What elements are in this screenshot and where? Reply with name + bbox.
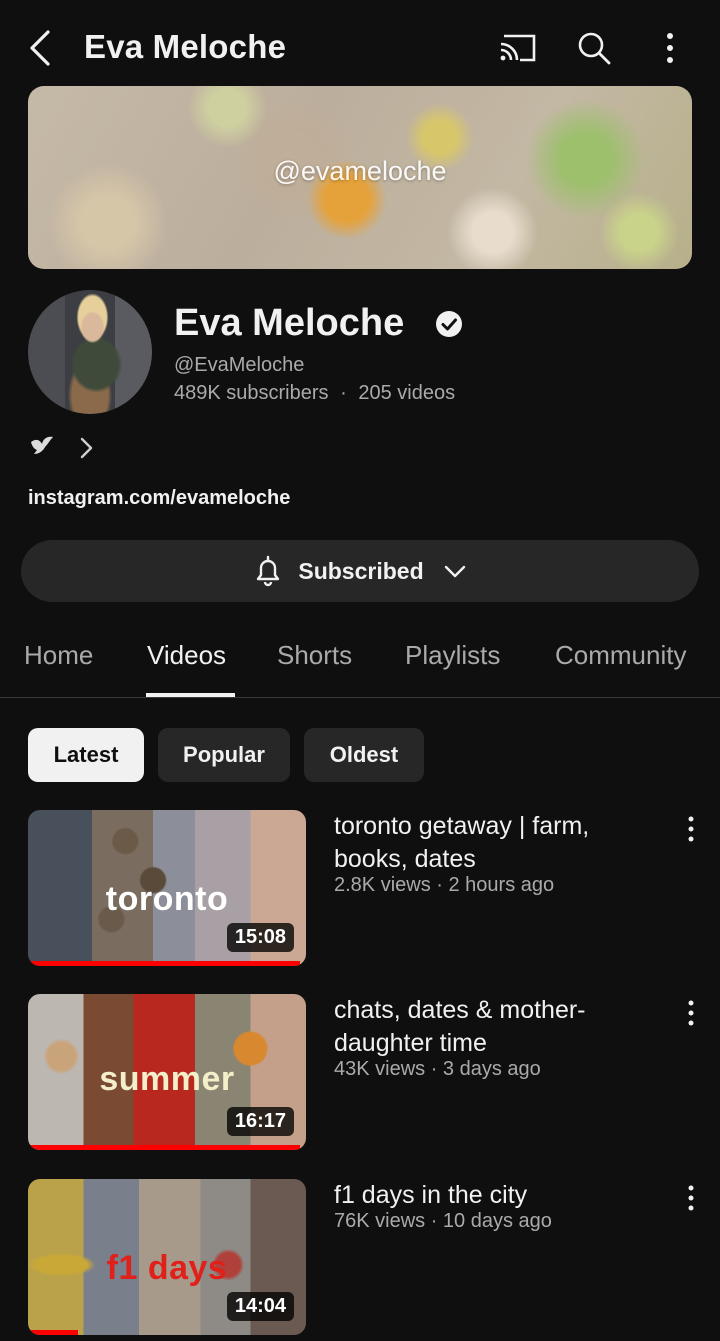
video-more-icon[interactable]	[684, 815, 698, 843]
thumbnail-title-text: f1 days	[106, 1249, 228, 1287]
cast-icon[interactable]	[498, 32, 538, 64]
watch-progress-bar	[28, 1145, 301, 1150]
channel-banner: @evameloche	[28, 86, 692, 269]
video-meta: 2.8K views · 2 hours ago	[334, 874, 555, 896]
search-icon[interactable]	[576, 30, 612, 66]
video-duration: 15:08	[226, 923, 294, 952]
tab-videos[interactable]: Videos	[147, 640, 226, 671]
watch-progress-bar	[28, 961, 301, 966]
tab-shorts[interactable]: Shorts	[277, 640, 352, 671]
tab-home[interactable]: Home	[24, 640, 93, 671]
video-thumbnail[interactable]: f1 days 14:04	[28, 1179, 306, 1335]
more-vert-icon[interactable]	[662, 30, 678, 66]
video-meta: 43K views · 3 days ago	[334, 1058, 541, 1080]
video-count: 205 videos	[358, 382, 456, 404]
verified-check-icon	[436, 311, 462, 337]
subscriber-count: 489K subscribers	[174, 382, 329, 404]
tab-playlists[interactable]: Playlists	[405, 640, 500, 671]
channel-handle: @EvaMeloche	[174, 354, 305, 376]
chip-popular[interactable]: Popular	[158, 728, 290, 782]
thumbnail-title-text: summer	[99, 1060, 235, 1098]
subscribed-button[interactable]: Subscribed	[21, 540, 699, 602]
video-meta: 76K views · 10 days ago	[334, 1210, 552, 1232]
channel-name: Eva Meloche	[174, 302, 405, 344]
video-thumbnail[interactable]: summer 16:17	[28, 994, 306, 1150]
video-more-icon[interactable]	[684, 999, 698, 1027]
video-duration: 16:17	[226, 1107, 294, 1136]
chip-oldest[interactable]: Oldest	[304, 728, 424, 782]
channel-link[interactable]: instagram.com/evameloche	[28, 487, 290, 510]
back-arrow-icon[interactable]	[26, 28, 56, 68]
video-title[interactable]: f1 days in the city	[334, 1179, 654, 1212]
stats-separator: ·	[340, 382, 347, 404]
video-title[interactable]: toronto getaway | farm, books, dates	[334, 810, 654, 876]
subscribed-label: Subscribed	[298, 557, 424, 584]
channel-avatar[interactable]	[28, 290, 152, 414]
top-app-bar: Eva Meloche	[0, 0, 720, 90]
video-more-icon[interactable]	[684, 1184, 698, 1212]
bell-icon	[257, 555, 280, 587]
banner-handle-text: @evameloche	[273, 156, 447, 186]
app-bar-title: Eva Meloche	[84, 28, 287, 65]
tab-community[interactable]: Community	[555, 640, 686, 671]
chevron-down-icon	[444, 565, 465, 578]
video-duration: 14:04	[226, 1292, 294, 1321]
thumbnail-title-text: toronto	[105, 880, 229, 918]
video-title[interactable]: chats, dates & mother-daughter time	[334, 994, 654, 1060]
watch-progress-bar	[28, 1330, 79, 1335]
chip-latest[interactable]: Latest	[28, 728, 144, 782]
tabs-divider	[0, 697, 720, 698]
chevron-right-icon[interactable]	[76, 436, 96, 460]
dove-icon[interactable]	[28, 432, 56, 460]
channel-stats: 489K subscribers · 205 videos	[174, 382, 455, 405]
video-thumbnail[interactable]: toronto 15:08	[28, 810, 306, 966]
